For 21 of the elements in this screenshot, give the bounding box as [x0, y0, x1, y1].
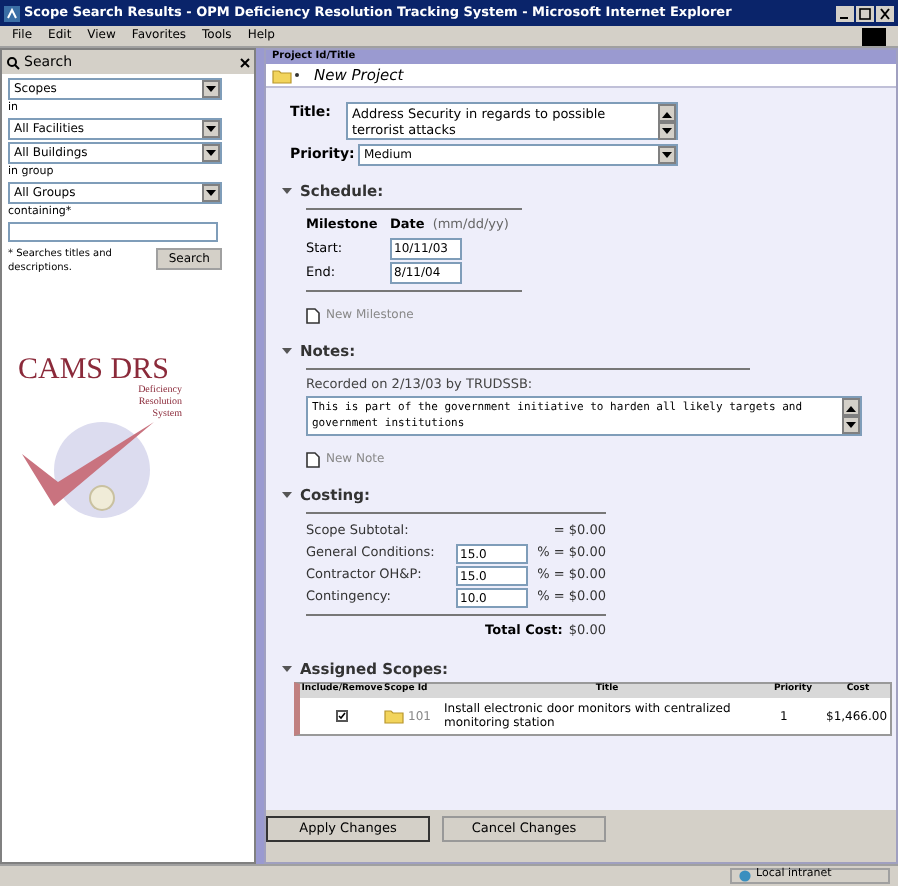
- intranet-globe-icon: [738, 870, 752, 882]
- scroll-down-icon[interactable]: [658, 122, 676, 140]
- scroll-up-icon[interactable]: [658, 104, 676, 122]
- close-icon[interactable]: [240, 57, 250, 67]
- search-icon: [6, 55, 20, 69]
- search-input[interactable]: [8, 222, 218, 242]
- include-checkbox[interactable]: [336, 710, 348, 723]
- scroll-down-icon[interactable]: [842, 416, 860, 434]
- scroll-up-icon[interactable]: [842, 398, 860, 416]
- maximize-icon[interactable]: [856, 5, 874, 21]
- collapse-triangle-icon[interactable]: [282, 186, 292, 197]
- minimize-icon[interactable]: [836, 5, 854, 21]
- collapse-triangle-icon[interactable]: [282, 490, 292, 501]
- close-icon[interactable]: [876, 5, 894, 21]
- browser-icon: [4, 5, 20, 21]
- folder-icon: [384, 708, 404, 725]
- collapse-triangle-icon[interactable]: [282, 346, 292, 357]
- collapse-triangle-icon[interactable]: [282, 664, 292, 675]
- document-icon: [306, 451, 320, 467]
- document-icon: [306, 307, 320, 323]
- logo-name: CAMS DRS: [18, 356, 169, 386]
